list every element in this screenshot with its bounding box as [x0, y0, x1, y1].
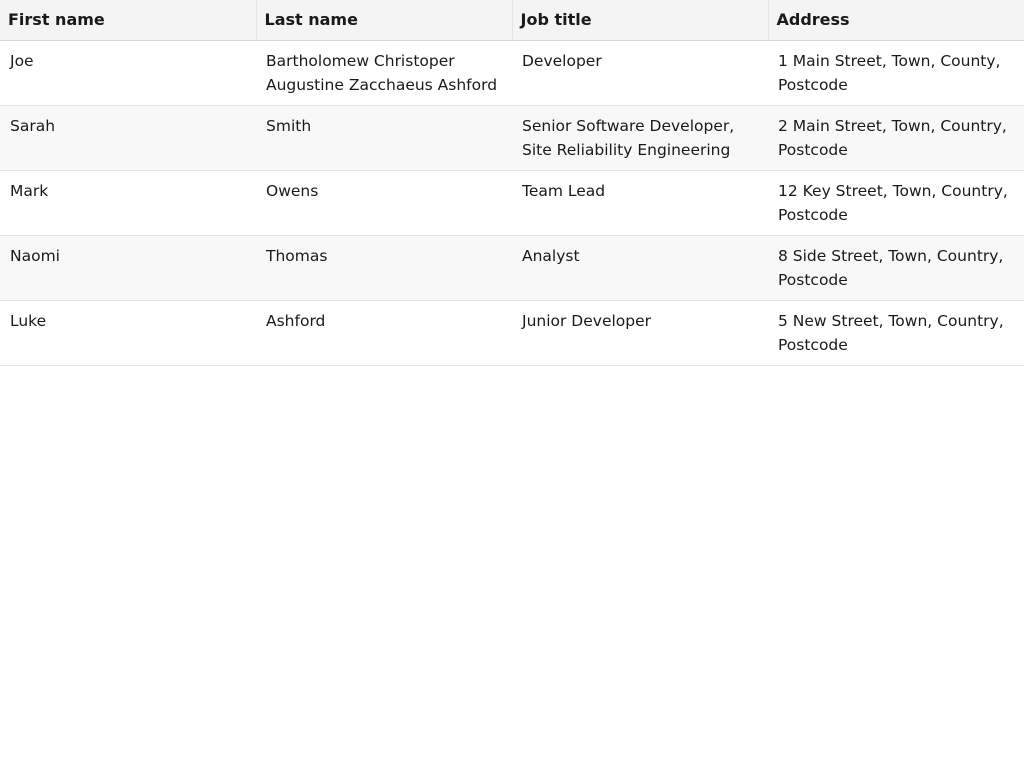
cell-job-title: Team Lead: [512, 170, 768, 236]
employee-table: First name Last name Job title Address J…: [0, 0, 1024, 366]
cell-last-name: Ashford: [256, 300, 512, 366]
cell-address: 12 Key Street, Town, Country, Postcode: [768, 170, 1024, 236]
cell-first-name: Naomi: [0, 235, 256, 301]
table-row[interactable]: Sarah Smith Senior Software Developer, S…: [0, 105, 1024, 171]
header-last-name[interactable]: Last name: [256, 0, 513, 41]
cell-address: 2 Main Street, Town, Country, Postcode: [768, 105, 1024, 171]
cell-job-title: Analyst: [512, 235, 768, 301]
header-address[interactable]: Address: [768, 0, 1024, 41]
cell-first-name: Joe: [0, 40, 256, 106]
cell-job-title: Developer: [512, 40, 768, 106]
cell-last-name: Bartholomew Christoper Augustine Zacchae…: [256, 40, 512, 106]
cell-first-name: Luke: [0, 300, 256, 366]
table-header: First name Last name Job title Address: [0, 0, 1024, 41]
header-first-name[interactable]: First name: [0, 0, 257, 41]
cell-last-name: Thomas: [256, 235, 512, 301]
cell-address: 8 Side Street, Town, Country, Postcode: [768, 235, 1024, 301]
cell-job-title: Senior Software Developer, Site Reliabil…: [512, 105, 768, 171]
cell-first-name: Sarah: [0, 105, 256, 171]
header-row: First name Last name Job title Address: [0, 0, 1024, 41]
table-row[interactable]: Luke Ashford Junior Developer 5 New Stre…: [0, 300, 1024, 366]
cell-address: 5 New Street, Town, Country, Postcode: [768, 300, 1024, 366]
cell-last-name: Owens: [256, 170, 512, 236]
table-row[interactable]: Mark Owens Team Lead 12 Key Street, Town…: [0, 170, 1024, 236]
table-body: Joe Bartholomew Christoper Augustine Zac…: [0, 40, 1024, 366]
header-job-title[interactable]: Job title: [512, 0, 769, 41]
cell-address: 1 Main Street, Town, County, Postcode: [768, 40, 1024, 106]
cell-last-name: Smith: [256, 105, 512, 171]
table-row[interactable]: Naomi Thomas Analyst 8 Side Street, Town…: [0, 235, 1024, 301]
cell-job-title: Junior Developer: [512, 300, 768, 366]
cell-first-name: Mark: [0, 170, 256, 236]
table-row[interactable]: Joe Bartholomew Christoper Augustine Zac…: [0, 40, 1024, 106]
